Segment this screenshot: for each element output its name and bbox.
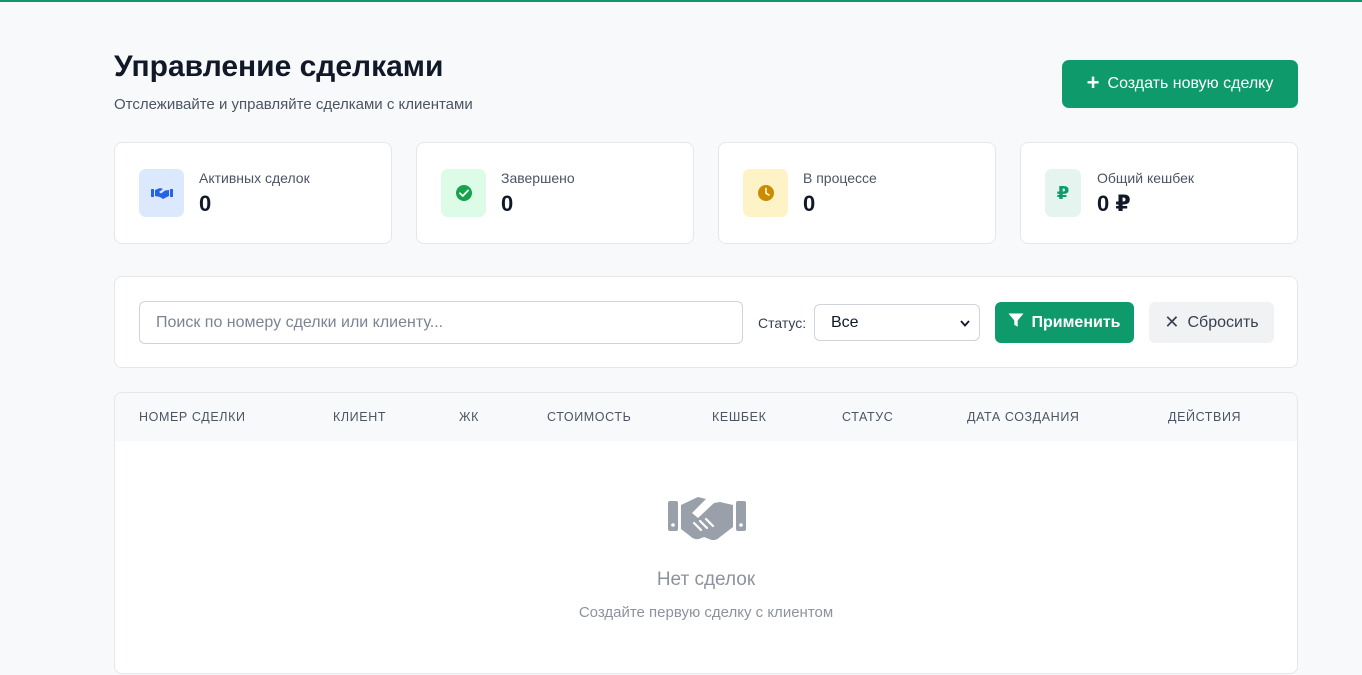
close-icon: ✕ xyxy=(1164,312,1180,332)
status-filter-label: Статус: xyxy=(758,315,807,331)
ruble-icon: ₽ xyxy=(1045,169,1081,217)
page-subtitle: Отслеживайте и управляйте сделками с кли… xyxy=(114,96,473,113)
reset-filter-label: Сбросить xyxy=(1187,313,1259,331)
status-select-value: Все xyxy=(831,313,859,331)
stat-card-active: Активных сделок 0 xyxy=(114,142,392,244)
column-header-deal-number: Номер сделки xyxy=(139,410,246,424)
deals-table: Номер сделки Клиент ЖК Стоимость Кешбек … xyxy=(114,392,1298,674)
column-header-cashback: Кешбек xyxy=(712,410,767,424)
empty-state-subtitle: Создайте первую сделку с клиентом xyxy=(578,604,834,621)
stat-label: Активных сделок xyxy=(199,170,310,186)
page-title: Управление сделками xyxy=(114,50,444,83)
column-header-client: Клиент xyxy=(333,410,387,424)
chevron-down-icon xyxy=(960,314,970,332)
column-header-created-date: Дата создания xyxy=(967,410,1080,424)
status-select[interactable]: Все xyxy=(814,304,980,341)
top-accent-line xyxy=(0,0,1362,2)
stat-value: 0 xyxy=(501,191,514,216)
stat-label: Общий кешбек xyxy=(1097,170,1195,186)
create-deal-button-label: Создать новую сделку xyxy=(1107,75,1274,92)
stat-value: 0 ₽ xyxy=(1097,191,1131,216)
column-header-price: Стоимость xyxy=(547,410,632,424)
stat-card-completed: Завершено 0 xyxy=(416,142,694,244)
stat-card-cashback: ₽ Общий кешбек 0 ₽ xyxy=(1020,142,1298,244)
apply-filter-label: Применить xyxy=(1031,313,1121,331)
stat-card-in-progress: В процессе 0 xyxy=(718,142,996,244)
check-circle-icon xyxy=(441,169,486,217)
apply-filter-button[interactable]: Применить xyxy=(995,302,1134,343)
empty-state-title: Нет сделок xyxy=(656,569,756,590)
handshake-icon xyxy=(668,493,746,548)
reset-filter-button[interactable]: ✕ Сбросить xyxy=(1149,302,1274,343)
plus-icon: + xyxy=(1086,70,1100,95)
search-input[interactable] xyxy=(139,301,743,344)
create-deal-button[interactable]: + Создать новую сделку xyxy=(1062,60,1298,108)
column-header-status: Статус xyxy=(842,410,894,424)
stat-label: Завершено xyxy=(501,170,575,186)
clock-icon xyxy=(743,169,788,217)
column-header-complex: ЖК xyxy=(459,410,480,424)
column-header-actions: Действия xyxy=(1168,410,1242,424)
stat-value: 0 xyxy=(199,191,212,216)
stat-label: В процессе xyxy=(803,170,877,186)
handshake-icon xyxy=(139,169,184,217)
stat-value: 0 xyxy=(803,191,816,216)
table-header: Номер сделки Клиент ЖК Стоимость Кешбек … xyxy=(115,393,1297,441)
filter-icon xyxy=(1008,313,1024,333)
filter-panel: Статус: Все Применить ✕ Сбросить xyxy=(114,276,1298,368)
